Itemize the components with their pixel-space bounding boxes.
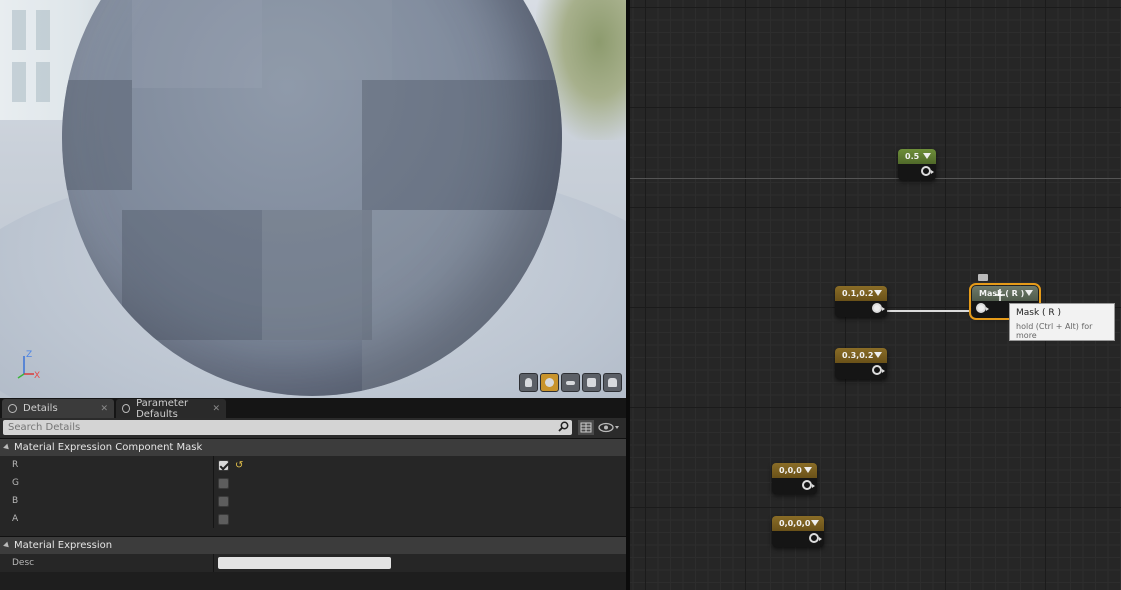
move-cursor-icon [995,289,1005,301]
preview-cylinder-button[interactable] [519,373,538,392]
node-title: 0,0,0 [779,466,802,475]
output-pin-icon[interactable] [872,303,885,313]
property-row-r: R ↺ [0,456,626,474]
property-row-desc: Desc [0,554,626,572]
search-icon[interactable] [558,421,569,432]
property-row-g: G [0,474,626,492]
category-title: Material Expression [14,540,113,551]
constant2vector-node-0-3-0-2[interactable]: 0.3,0.2 [835,348,887,379]
category-material-expression-header[interactable]: Material Expression [0,536,626,554]
preview-plane-button[interactable] [561,373,580,392]
collapse-arrow-icon[interactable] [804,467,812,473]
tooltip-title: Mask ( R ) [1016,308,1062,318]
output-pin-icon[interactable] [921,166,934,176]
sphere-icon [545,378,554,387]
tab-details-label: Details [23,403,58,414]
desc-field[interactable] [218,557,391,569]
output-pin-icon[interactable] [872,365,885,375]
preview-sphere-button[interactable] [540,373,559,392]
close-icon[interactable]: ✕ [212,404,220,414]
node-header: 0.1,0.2 [835,286,887,301]
preview-cube-button[interactable] [582,373,601,392]
a-checkbox[interactable] [218,513,229,525]
category-component-mask-header[interactable]: Material Expression Component Mask [0,438,626,456]
property-name: G [0,474,214,492]
preview-teapot-button[interactable] [603,373,622,392]
node-header: 0,0,0 [772,463,817,478]
category-spacer [0,528,626,536]
collapse-arrow-icon[interactable] [874,290,882,296]
node-header: 0,0,0,0 [772,516,824,531]
collapse-arrow-icon[interactable] [874,352,882,358]
tooltip-hint: hold (Ctrl + Alt) for more [1016,322,1093,340]
collapse-arrow-icon[interactable] [923,153,931,159]
connection-wire [880,310,970,312]
svg-text:Z: Z [26,350,32,360]
reset-to-default-icon[interactable]: ↺ [235,460,243,471]
parameter-icon [122,404,131,413]
node-header: 0.3,0.2 [835,348,887,363]
grid-icon [580,422,592,433]
property-name: B [0,492,214,510]
node-title: 0.5 [905,152,920,161]
details-tab-bar: Details ✕ Parameter Defaults ✕ [0,397,626,420]
property-row-a: A [0,510,626,528]
node-header: Mask ( R ) [972,286,1038,301]
details-panel: Details ✕ Parameter Defaults ✕ Search De… [0,398,626,590]
tab-parameter-defaults[interactable]: Parameter Defaults ✕ [116,397,226,420]
teapot-icon [608,378,617,387]
constant3vector-node-0-0-0[interactable]: 0,0,0 [772,463,817,494]
search-input[interactable] [3,420,572,435]
node-header: 0.5 [898,149,936,164]
material-preview-viewport[interactable]: Z X [0,0,626,398]
collapse-arrow-icon [3,541,11,550]
collapse-arrow-icon[interactable] [811,520,819,526]
tab-details[interactable]: Details ✕ [2,399,114,418]
property-name: A [0,510,214,528]
collapse-arrow-icon [3,443,11,452]
preview-sphere [62,0,562,396]
node-title: 0,0,0,0 [779,519,811,528]
cylinder-icon [525,378,532,387]
output-pin-icon[interactable] [802,480,815,490]
input-pin-icon[interactable] [976,303,989,313]
property-row-b: B [0,492,626,510]
node-tooltip: Mask ( R ) hold (Ctrl + Alt) for more [1009,303,1115,341]
details-icon [8,404,17,413]
tab-parameter-defaults-label: Parameter Defaults [136,397,189,420]
collapse-arrow-icon[interactable] [1025,290,1033,296]
output-pin-icon[interactable] [809,533,822,543]
r-checkbox[interactable] [218,459,229,471]
property-name: Desc [0,554,214,572]
constant-node-0-5[interactable]: 0.5 [898,149,936,180]
svg-text:X: X [34,371,40,381]
search-row [0,418,626,438]
property-matrix-button[interactable] [577,419,595,436]
node-title: 0.3,0.2 [842,351,874,360]
node-title: 0.1,0.2 [842,289,874,298]
g-checkbox[interactable] [218,477,229,489]
plane-icon [566,380,575,385]
axis-gizmo: Z X [17,350,40,381]
preview-shape-toolbar [519,373,622,392]
constant2vector-node-0-1-0-2[interactable]: 0.1,0.2 [835,286,887,317]
graph-guide-line [630,178,1121,179]
cube-icon [587,378,596,387]
property-name: R [0,456,214,474]
node-comment-bubble-icon[interactable] [978,274,988,281]
view-options-eye-icon[interactable] [598,421,622,434]
b-checkbox[interactable] [218,495,229,507]
constant4vector-node-0-0-0-0[interactable]: 0,0,0,0 [772,516,824,547]
category-title: Material Expression Component Mask [14,442,203,453]
close-icon[interactable]: ✕ [100,404,108,414]
